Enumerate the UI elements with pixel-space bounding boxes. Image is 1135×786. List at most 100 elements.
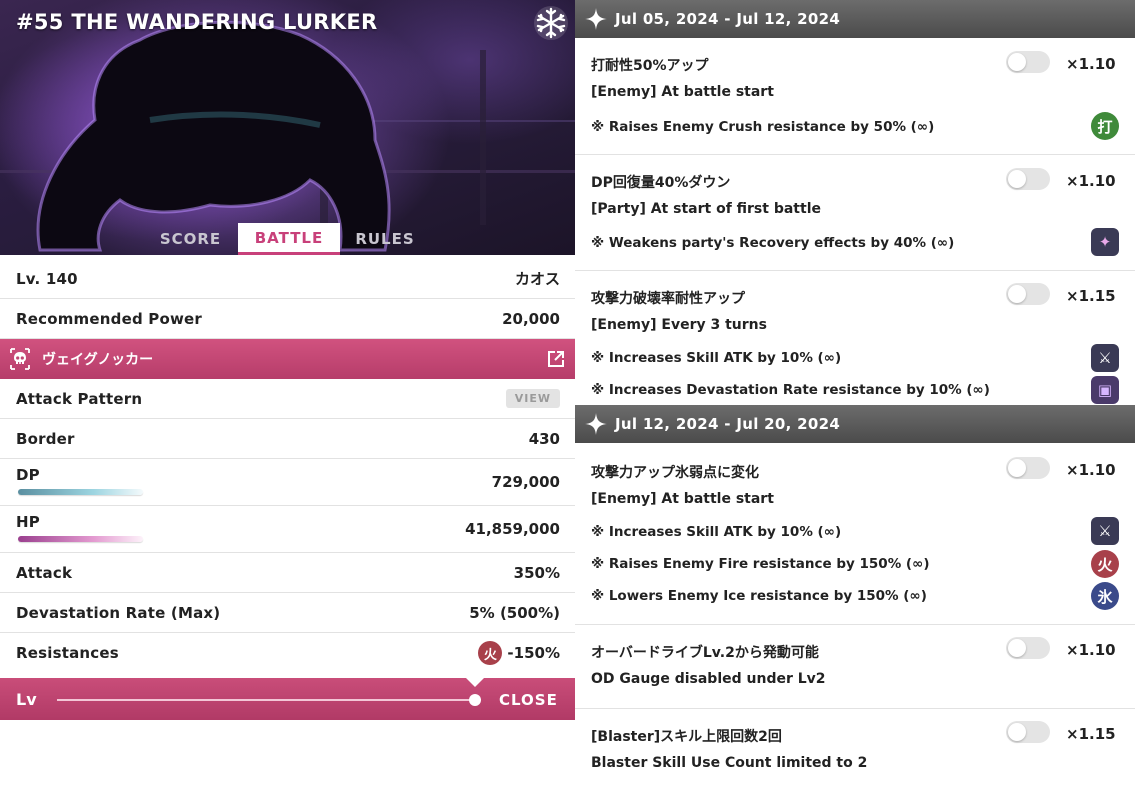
condition-title: オーバードライブLv.2から発動可能 [591, 645, 819, 661]
condition-target: [Party] At start of first battle [591, 201, 821, 217]
crush-resist-up-icon: 打 [1091, 112, 1119, 140]
condition-item: 攻撃力破壊率耐性アップ ×1.15 [Enemy] Every 3 turns … [575, 271, 1135, 405]
condition-toggle[interactable] [1006, 283, 1050, 305]
condition-target: [Enemy] At battle start [591, 84, 774, 100]
condition-title: 攻撃力破壊率耐性アップ [591, 291, 745, 307]
condition-toggle[interactable] [1006, 51, 1050, 73]
level-slider-bar: Lv CLOSE [0, 677, 575, 720]
fire-element-icon: 火 [478, 641, 503, 665]
rules-panel: Jul 05, 2024 - Jul 12, 2024 打耐性50%アップ ×1… [575, 0, 1135, 786]
condition-title: DP回復量40%ダウン [591, 175, 731, 191]
condition-toggle[interactable] [1006, 168, 1050, 190]
snowflake-icon [534, 6, 568, 40]
period-header: Jul 05, 2024 - Jul 12, 2024 [575, 0, 1135, 38]
recovery-down-icon: ✦ [1091, 228, 1119, 256]
condition-effect: ※ Raises Enemy Fire resistance by 150% (… [591, 556, 930, 572]
recommended-power-value: 20,000 [502, 309, 560, 328]
tab-score[interactable]: SCORE [143, 223, 238, 255]
view-button[interactable]: VIEW [505, 389, 560, 408]
hp-row: HP 41,859,000 [0, 506, 575, 553]
condition-target: [Enemy] Every 3 turns [591, 317, 767, 333]
hp-value: 41,859,000 [465, 520, 560, 538]
sparkle-icon [585, 8, 607, 30]
condition-multiplier: ×1.10 [1066, 461, 1116, 479]
resistance-entry: 火 -150% [478, 641, 560, 665]
border-value: 430 [528, 429, 560, 448]
period-date: Jul 05, 2024 - Jul 12, 2024 [615, 10, 841, 28]
skill-atk-up-icon: ⚔ [1091, 517, 1119, 545]
condition-toggle[interactable] [1006, 637, 1050, 659]
condition-effect: ※ Lowers Enemy Ice resistance by 150% (∞… [591, 588, 927, 604]
tab-rules[interactable]: RULES [340, 223, 430, 255]
external-link-icon[interactable] [546, 349, 566, 369]
condition-item: 打耐性50%アップ ×1.10 [Enemy] At battle start … [575, 38, 1135, 155]
boss-silhouette [0, 0, 575, 255]
condition-item: 攻撃力アップ氷弱点に変化 ×1.10 [Enemy] At battle sta… [575, 443, 1135, 625]
devastation-resist-up-icon: ▣ [1091, 376, 1119, 404]
hp-gauge [18, 536, 143, 542]
skull-icon [10, 348, 30, 370]
dp-label: DP [16, 466, 40, 484]
level-slider-handle[interactable] [469, 694, 481, 706]
resistances-row: Resistances 火 -150% [0, 633, 575, 673]
ice-resist-down-icon: 氷 [1091, 582, 1119, 610]
condition-effect: ※ Increases Skill ATK by 10% (∞) [591, 524, 842, 540]
attack-row: Attack 350% [0, 553, 575, 593]
skill-atk-up-icon: ⚔ [1091, 344, 1119, 372]
condition-item: オーバードライブLv.2から発動可能 ×1.10 OD Gauge disabl… [575, 625, 1135, 709]
hp-label: HP [16, 513, 40, 531]
condition-effect: ※ Increases Skill ATK by 10% (∞) [591, 350, 842, 366]
devastation-value: 5% (500%) [469, 603, 560, 622]
lv-label: Lv [16, 690, 37, 709]
level-label: Lv. 140 [16, 269, 78, 288]
attack-value: 350% [513, 563, 560, 582]
condition-title: 打耐性50%アップ [591, 58, 709, 74]
attack-label: Attack [16, 563, 73, 582]
fire-element-glyph: 火 [483, 647, 497, 663]
attack-pattern-label: Attack Pattern [16, 389, 143, 408]
condition-multiplier: ×1.15 [1066, 287, 1116, 305]
level-row: Lv. 140 カオス [0, 259, 575, 299]
enemy-header: ヴェイグノッカー [0, 339, 575, 379]
condition-multiplier: ×1.10 [1066, 641, 1116, 659]
sword-glyph: ⚔ [1098, 522, 1112, 540]
quest-detail-panel: #55 THE WANDERING LURKER SCORE BATTLE RU… [0, 0, 575, 786]
enemy-name: ヴェイグノッカー [42, 352, 154, 368]
condition-target: OD Gauge disabled under Lv2 [591, 671, 826, 687]
period-header: Jul 12, 2024 - Jul 20, 2024 [575, 405, 1135, 443]
border-row: Border 430 [0, 419, 575, 459]
quest-tabs: SCORE BATTLE RULES [143, 223, 430, 255]
condition-toggle[interactable] [1006, 457, 1050, 479]
tab-battle[interactable]: BATTLE [238, 223, 340, 255]
resistances-label: Resistances [16, 644, 119, 662]
condition-effect: ※ Increases Devastation Rate resistance … [591, 382, 990, 398]
sword-glyph: ⚔ [1098, 349, 1112, 367]
condition-title: [Blaster]スキル上限回数2回 [591, 729, 782, 745]
recovery-glyph: ✦ [1098, 233, 1112, 251]
condition-item: [Blaster]スキル上限回数2回 ×1.15 Blaster Skill U… [575, 709, 1135, 786]
condition-title: 攻撃力アップ氷弱点に変化 [591, 465, 759, 481]
dp-row: DP 729,000 [0, 459, 575, 506]
boss-banner: #55 THE WANDERING LURKER SCORE BATTLE RU… [0, 0, 575, 255]
condition-item: DP回復量40%ダウン ×1.10 [Party] At start of fi… [575, 155, 1135, 271]
fire-resist-up-icon: 火 [1091, 550, 1119, 578]
condition-target: Blaster Skill Use Count limited to 2 [591, 755, 868, 771]
condition-target: [Enemy] At battle start [591, 491, 774, 507]
devastation-label: Devastation Rate (Max) [16, 603, 221, 622]
resistance-value: -150% [507, 644, 560, 662]
condition-multiplier: ×1.10 [1066, 55, 1116, 73]
dp-gauge [18, 489, 143, 495]
quest-title: #55 THE WANDERING LURKER [16, 10, 378, 34]
dp-value: 729,000 [491, 473, 560, 491]
condition-toggle[interactable] [1006, 721, 1050, 743]
close-button[interactable]: CLOSE [499, 691, 558, 709]
condition-multiplier: ×1.15 [1066, 725, 1116, 743]
ice-glyph: 氷 [1097, 587, 1113, 606]
devastation-row: Devastation Rate (Max) 5% (500%) [0, 593, 575, 633]
recommended-power-label: Recommended Power [16, 309, 203, 328]
level-slider-track[interactable] [57, 699, 475, 701]
sparkle-icon [585, 413, 607, 435]
condition-multiplier: ×1.10 [1066, 172, 1116, 190]
crush-glyph: 打 [1097, 117, 1113, 136]
border-label: Border [16, 429, 75, 448]
